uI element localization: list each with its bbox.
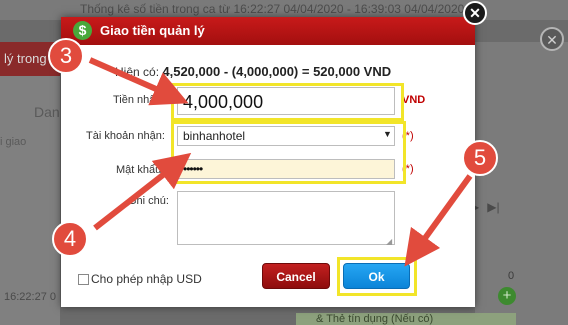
background-column-header: Dan [34, 104, 60, 120]
dollar-icon: $ [73, 21, 92, 40]
step-marker-5: 5 [462, 140, 498, 176]
background-left-panel [0, 42, 60, 325]
last-page-icon: ▶| [487, 200, 500, 214]
background-right-panel [475, 42, 568, 325]
background-count: 0 [508, 270, 515, 282]
note-textarea[interactable] [177, 191, 395, 245]
usd-checkbox[interactable] [78, 274, 89, 285]
current-balance-label: Hiện có: [115, 65, 160, 79]
step-marker-3: 3 [48, 38, 84, 74]
password-label: Mật khẩu [116, 164, 162, 176]
currency-label: VND [402, 94, 426, 106]
current-balance-formula: 4,520,000 - (4,000,000) = 520,000 VND [162, 64, 392, 79]
background-left-bar-text: lý trong [4, 51, 47, 66]
current-balance: Hiện có: 4,520,000 - (4,000,000) = 520,0… [115, 64, 391, 79]
highlight-account-password [171, 121, 406, 184]
amount-label: Tiền nhận [113, 94, 162, 106]
add-icon: + [498, 287, 516, 305]
background-pagination: ▶▶| [470, 200, 540, 222]
cancel-button[interactable]: Cancel [262, 263, 330, 289]
resize-handle-icon[interactable]: ◢ [386, 237, 392, 246]
account-label: Tài khoản nhận: [86, 130, 165, 142]
usd-checkbox-label: Cho phép nhập USD [91, 272, 202, 286]
close-icon[interactable]: ✕ [463, 1, 487, 25]
highlight-ok [337, 257, 417, 296]
step-marker-4: 4 [52, 221, 88, 257]
note-label: Ghi chú: [128, 195, 169, 207]
background-row-time: 16:22:27 0 [4, 291, 56, 303]
background-close-icon[interactable]: ✕ [540, 27, 564, 51]
background-row-text: i giao [0, 136, 27, 148]
modal-header: $ Giao tiền quản lý [61, 17, 475, 45]
background-bottom-text: & Thẻ tín dụng (Nếu có) [296, 313, 516, 325]
highlight-amount [171, 83, 404, 121]
background-title: Thống kê số tiền trong ca từ 16:22:27 04… [80, 2, 465, 16]
modal-title: Giao tiền quản lý [100, 23, 205, 38]
